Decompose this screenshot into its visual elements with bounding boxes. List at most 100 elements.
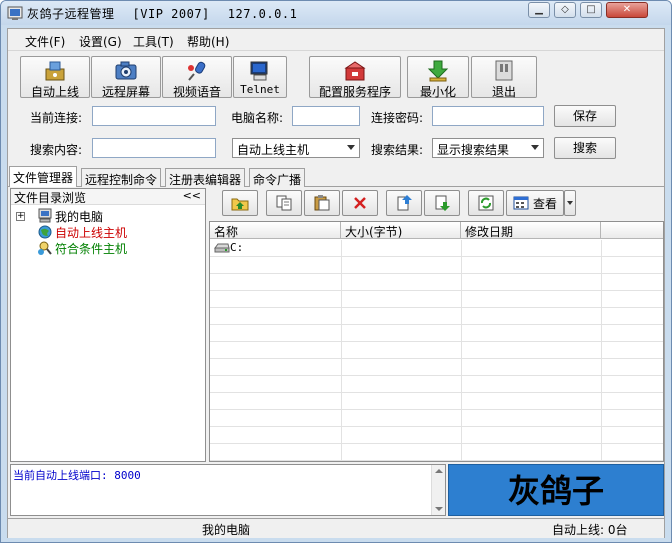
close-window-button[interactable]: ✕ <box>606 2 648 18</box>
tree-item-matching-hosts[interactable]: 符合条件主机 <box>37 240 127 256</box>
copy-button[interactable] <box>266 190 302 216</box>
status-location: 我的电脑 <box>202 523 251 537</box>
file-list-pane: 查看 名称 大小(字节) 修改日期 C: <box>209 188 664 462</box>
chevron-down-icon <box>567 201 573 205</box>
copy-icon <box>276 195 292 211</box>
tree-item-label: 我的电脑 <box>55 210 104 224</box>
view-dropdown-button[interactable] <box>564 190 576 216</box>
search-content-input[interactable] <box>92 138 216 158</box>
view-icon <box>513 196 529 210</box>
up-folder-icon <box>231 198 249 211</box>
up-folder-button[interactable] <box>222 190 258 216</box>
minimize-window-button[interactable]: ▁ <box>528 2 550 18</box>
minimize-label: 最小化 <box>419 85 456 99</box>
chevron-down-icon <box>347 145 355 150</box>
file-list-grid <box>210 240 663 461</box>
title-bar[interactable]: 灰鸽子远程管理 [VIP 2007] 127.0.0.1 ▁ ◇ □ ✕ <box>1 1 671 25</box>
exit-label: 退出 <box>491 85 516 99</box>
delete-icon <box>354 197 366 209</box>
column-header-size[interactable]: 大小(字节) <box>341 222 461 239</box>
table-row[interactable]: C: <box>214 241 243 254</box>
directory-tree-pane: 文件目录浏览 << + 我的电脑 自动上线主机 符合条件主机 <box>10 188 206 462</box>
auto-online-label: 自动上线 <box>30 85 79 99</box>
connection-password-input[interactable] <box>432 106 544 126</box>
refresh-button[interactable] <box>468 190 504 216</box>
menu-tools[interactable]: 工具(T) <box>133 33 174 50</box>
telnet-button[interactable]: Telnet <box>233 56 287 98</box>
upload-button[interactable] <box>386 190 422 216</box>
terminal-icon <box>250 61 268 81</box>
window-title-name: 灰鸽子远程管理 <box>27 7 115 21</box>
file-name-cell: C: <box>230 241 244 254</box>
tab-registry-editor[interactable]: 注册表编辑器 <box>165 168 246 187</box>
tab-file-manager[interactable]: 文件管理器 <box>9 166 78 187</box>
paste-button[interactable] <box>304 190 340 216</box>
tree-item-label: 自动上线主机 <box>55 226 128 240</box>
main-window: 灰鸽子远程管理 [VIP 2007] 127.0.0.1 ▁ ◇ □ ✕ 文件(F)… <box>0 0 672 543</box>
connection-password-label: 连接密码: <box>371 111 424 125</box>
computer-icon <box>38 208 52 223</box>
client-area: 文件(F) 设置(G) 工具(T) 帮助(H) 自动上线 远程屏幕 视频语音 T… <box>7 28 665 538</box>
current-connection-label: 当前连接: <box>30 111 83 125</box>
search-host-icon <box>38 241 52 255</box>
view-label: 查看 <box>533 197 558 211</box>
brand-banner: 灰鸽子 <box>448 464 664 516</box>
video-audio-button[interactable]: 视频语音 <box>162 56 232 99</box>
connection-row: 当前连接: 电脑名称: 连接密码: 保存 <box>18 104 658 130</box>
log-output[interactable]: 当前自动上线端口: 8000 <box>10 464 446 516</box>
tab-remote-control[interactable]: 远程控制命令 <box>81 168 162 187</box>
computer-name-input[interactable] <box>292 106 360 126</box>
log-scrollbar[interactable] <box>431 465 445 515</box>
scroll-down-icon[interactable] <box>435 507 443 511</box>
column-divider <box>341 240 342 461</box>
directory-tree-title: 文件目录浏览 <box>14 191 87 205</box>
auto-online-icon <box>45 61 65 81</box>
minimize-button[interactable]: 最小化 <box>407 56 469 99</box>
remote-screen-label: 远程屏幕 <box>101 85 150 99</box>
status-online-count: 自动上线: 0台 <box>552 523 628 537</box>
collapse-pane-button[interactable]: << <box>183 189 201 202</box>
search-row: 搜索内容: 自动上线主机 搜索结果: 显示搜索结果 搜索 <box>18 136 658 162</box>
download-button[interactable] <box>424 190 460 216</box>
search-result-select[interactable]: 显示搜索结果 <box>432 138 544 158</box>
exit-button[interactable]: 退出 <box>471 56 537 99</box>
column-divider <box>601 240 602 461</box>
file-list[interactable]: 名称 大小(字节) 修改日期 C: <box>209 221 664 462</box>
column-header-date[interactable]: 修改日期 <box>461 222 601 239</box>
column-divider <box>461 240 462 461</box>
camera-icon <box>115 61 137 80</box>
tree-item-my-computer[interactable]: 我的电脑 <box>37 208 103 224</box>
menu-file[interactable]: 文件(F) <box>25 33 65 50</box>
search-result-label: 搜索结果: <box>371 143 424 157</box>
window-title-ip: 127.0.0.1 <box>227 7 298 21</box>
download-icon <box>435 195 450 211</box>
microphone-icon <box>188 61 206 81</box>
search-scope-value: 自动上线主机 <box>237 143 310 157</box>
save-button[interactable]: 保存 <box>554 105 616 127</box>
tab-strip: 文件管理器 远程控制命令 注册表编辑器 命令广播 <box>8 166 664 187</box>
drive-icon <box>214 243 230 253</box>
current-connection-input[interactable] <box>92 106 216 126</box>
restore-window-button[interactable]: ◇ <box>554 2 576 18</box>
view-button[interactable]: 查看 <box>506 190 564 216</box>
paste-icon <box>314 195 330 211</box>
column-header-extra[interactable] <box>601 222 663 239</box>
remote-screen-button[interactable]: 远程屏幕 <box>91 56 161 99</box>
tab-command-broadcast[interactable]: 命令广播 <box>249 168 306 187</box>
tree-item-auto-online-hosts[interactable]: 自动上线主机 <box>37 224 127 240</box>
config-service-button[interactable]: 配置服务程序 <box>309 56 401 99</box>
expand-toggle[interactable]: + <box>16 212 25 221</box>
scroll-up-icon[interactable] <box>435 469 443 473</box>
maximize-window-button[interactable]: □ <box>580 2 602 18</box>
config-service-label: 配置服务程序 <box>318 85 391 99</box>
search-result-value: 显示搜索结果 <box>437 143 510 157</box>
menu-help[interactable]: 帮助(H) <box>187 33 229 50</box>
menu-settings[interactable]: 设置(G) <box>79 33 122 50</box>
window-title: 灰鸽子远程管理 [VIP 2007] 127.0.0.1 <box>27 5 315 22</box>
search-scope-select[interactable]: 自动上线主机 <box>232 138 360 158</box>
search-button[interactable]: 搜索 <box>554 137 616 159</box>
column-header-name[interactable]: 名称 <box>210 222 341 239</box>
auto-online-button[interactable]: 自动上线 <box>20 56 90 99</box>
minimize-arrow-icon <box>427 60 449 82</box>
delete-button[interactable] <box>342 190 378 216</box>
